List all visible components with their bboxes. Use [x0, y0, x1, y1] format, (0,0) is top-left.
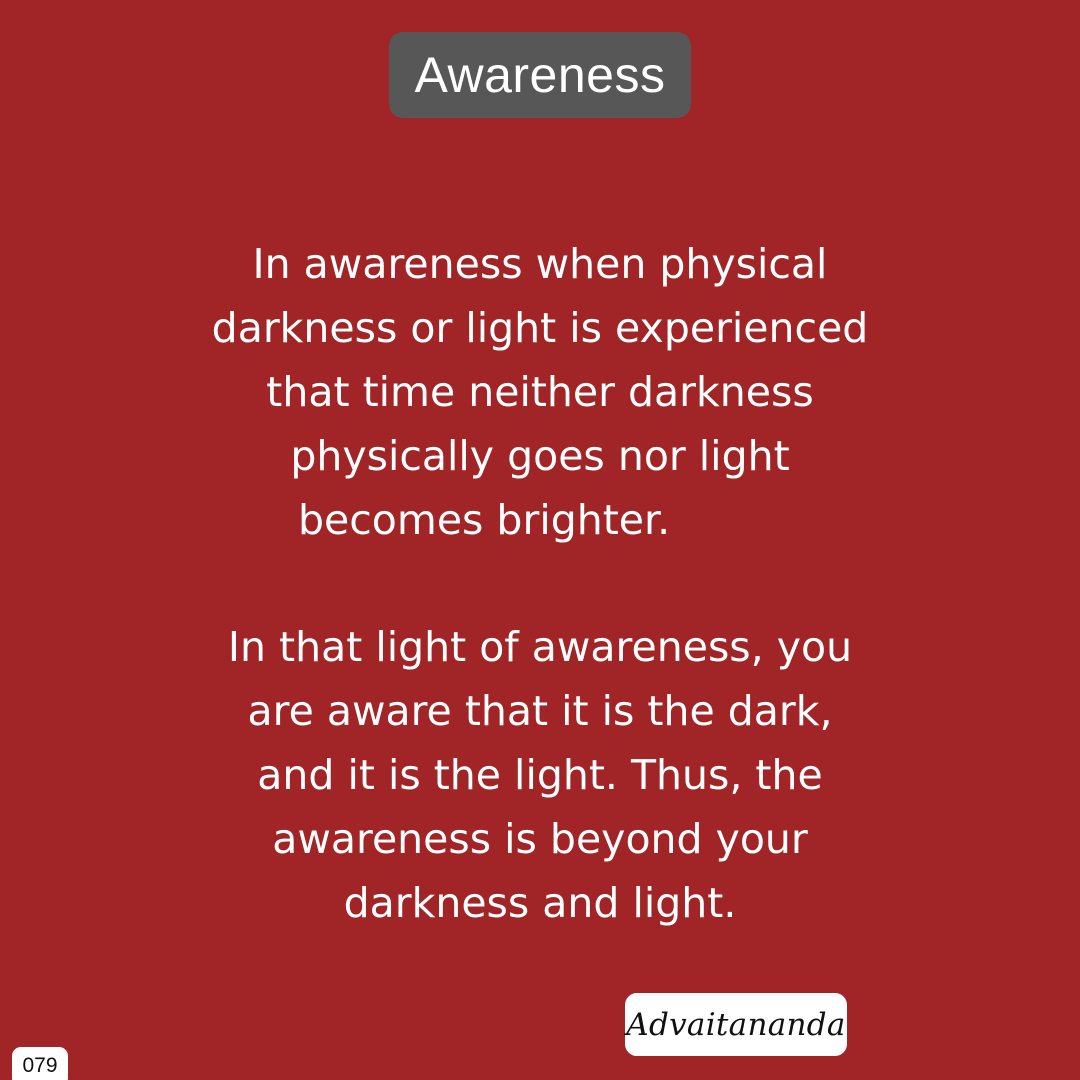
quote-line: are aware that it is the dark,	[247, 687, 833, 735]
quote-paragraph-1: In awareness when physical darkness or l…	[120, 232, 960, 552]
quote-line: that time neither darkness	[266, 368, 814, 416]
title-pill: Awareness	[389, 32, 691, 118]
quote-line: physically goes nor light	[290, 432, 790, 480]
quote-line: In awareness when physical	[252, 240, 828, 288]
quote-line: becomes brighter.	[298, 496, 671, 544]
quote-line: awareness is beyond your	[272, 815, 808, 863]
signature-box: Advaitananda	[625, 993, 847, 1056]
author-signature: Advaitananda	[626, 1006, 846, 1043]
quote-line: darkness and light.	[343, 879, 737, 927]
quote-line: and it is the light. Thus, the	[257, 751, 823, 799]
quote-line: darkness or light is experienced	[211, 304, 869, 352]
page-title: Awareness	[414, 47, 666, 103]
quote-paragraph-2: In that light of awareness, you are awar…	[120, 615, 960, 935]
page-number: 079	[22, 1054, 58, 1077]
quote-line: In that light of awareness, you	[227, 623, 853, 671]
page-number-badge: 079	[12, 1047, 68, 1080]
